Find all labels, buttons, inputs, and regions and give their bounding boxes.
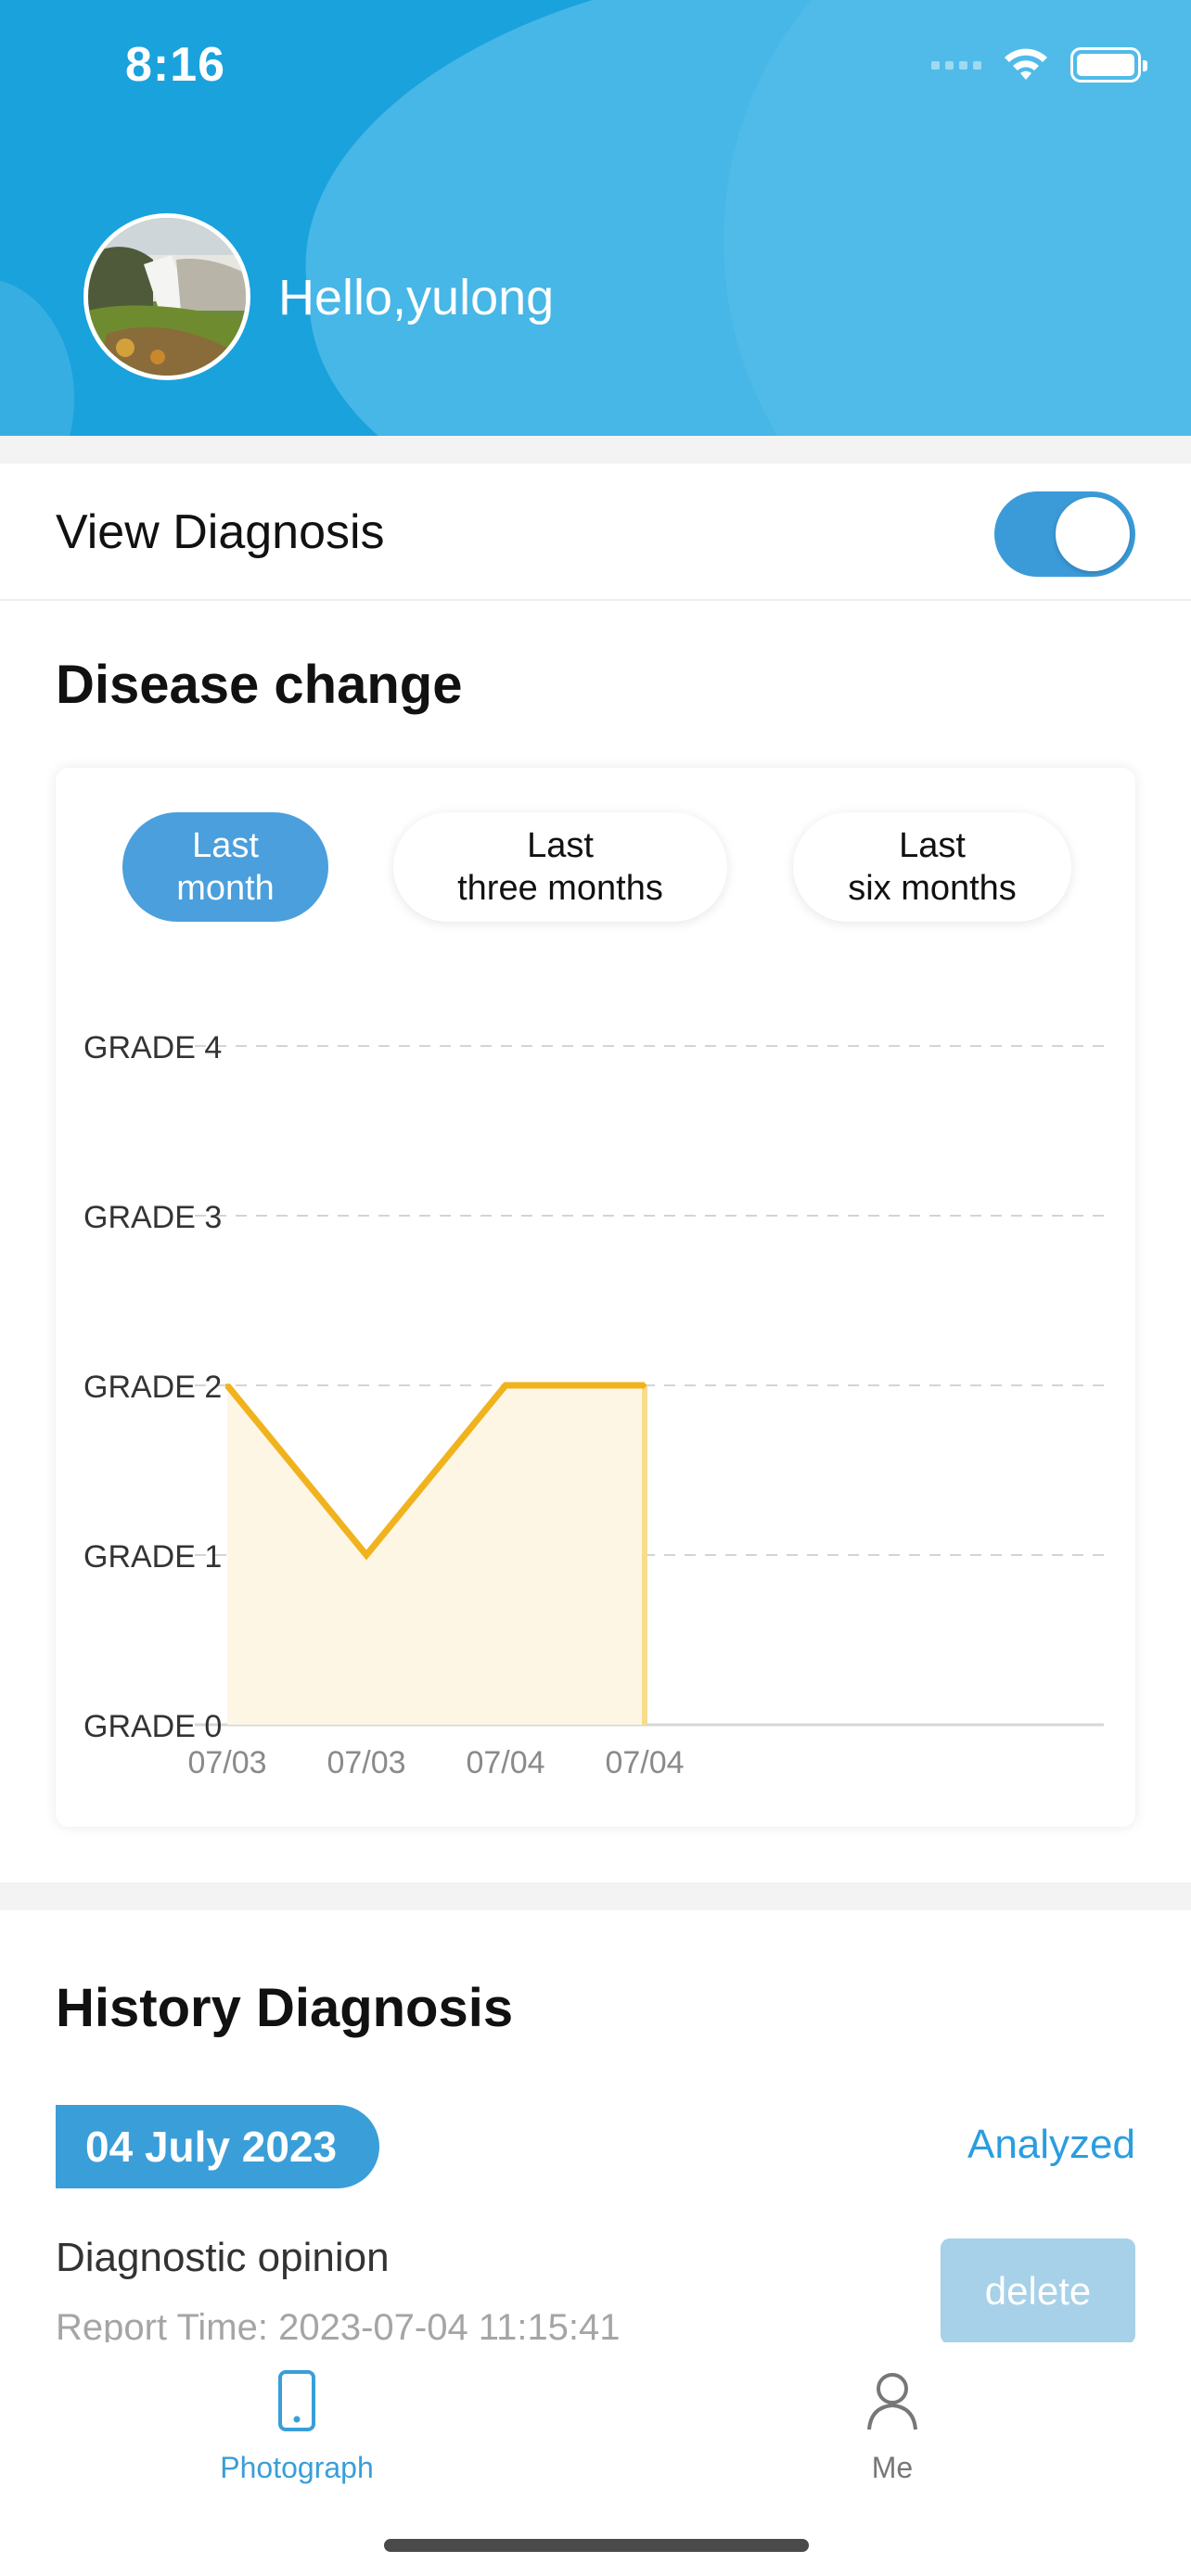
diagnostic-opinion[interactable]: Diagnostic opinion [56,2235,390,2281]
status-icons [931,45,1147,85]
x-tick-label: 07/03 [187,1745,266,1780]
header: 8:16 Hello,yulong [0,0,1191,436]
area-fill [227,1385,645,1725]
filter-last-three-months[interactable]: Last three months [393,812,727,922]
history-date-badge: 04 July 2023 [56,2105,380,2188]
tab-photograph[interactable]: Photograph [186,2368,408,2485]
data-point [225,1384,229,1387]
disease-change-chart: GRADE 0 GRADE 1 GRADE 2 GRADE 3 GRADE 4 07/03… [83,1030,1104,1780]
avatar[interactable] [83,213,250,380]
view-diagnosis-row: View Diagnosis [0,464,1191,601]
app-screen: 8:16 Hello,yulong View Diagnosis Disease… [0,0,1191,2576]
toggle-knob [1056,497,1130,571]
data-point [504,1384,507,1387]
battery-icon [1070,47,1147,83]
greeting-text: Hello,yulong [278,270,555,325]
divider [0,1882,1191,1910]
filter-last-six-months[interactable]: Last six months [793,812,1071,922]
disease-change-title: Disease change [56,655,463,715]
delete-button[interactable]: delete [941,2238,1135,2344]
header-wave [0,278,74,436]
tab-me[interactable]: Me [781,2368,1004,2485]
y-tick-label: GRADE 2 [83,1370,222,1405]
avatar-image [88,218,246,376]
x-tick-label: 07/04 [605,1745,684,1780]
tab-label: Photograph [220,2451,374,2484]
history-status: Analyzed [967,2122,1135,2167]
view-diagnosis-toggle[interactable] [994,491,1135,577]
x-tick-label: 07/03 [327,1745,405,1780]
data-point [365,1553,368,1557]
divider [0,436,1191,464]
status-time: 8:16 [125,38,226,92]
y-tick-label: GRADE 4 [83,1030,222,1065]
person-icon [867,2373,917,2430]
y-tick-label: GRADE 1 [83,1539,222,1575]
wifi-icon [1005,48,1047,80]
data-point [643,1384,647,1387]
tab-label: Me [871,2451,914,2484]
history-title: History Diagnosis [56,1978,514,2038]
y-tick-label: GRADE 0 [83,1709,222,1744]
cellular-signal-icon [931,60,981,70]
home-indicator [384,2539,809,2552]
y-tick-label: GRADE 3 [83,1200,222,1235]
filter-last-month[interactable]: Last month [122,812,328,922]
phone-icon [278,2370,315,2431]
chart-card: Last month Last three months Last six mo… [56,768,1135,1827]
x-tick-label: 07/04 [466,1745,544,1780]
view-diagnosis-label: View Diagnosis [56,505,385,559]
